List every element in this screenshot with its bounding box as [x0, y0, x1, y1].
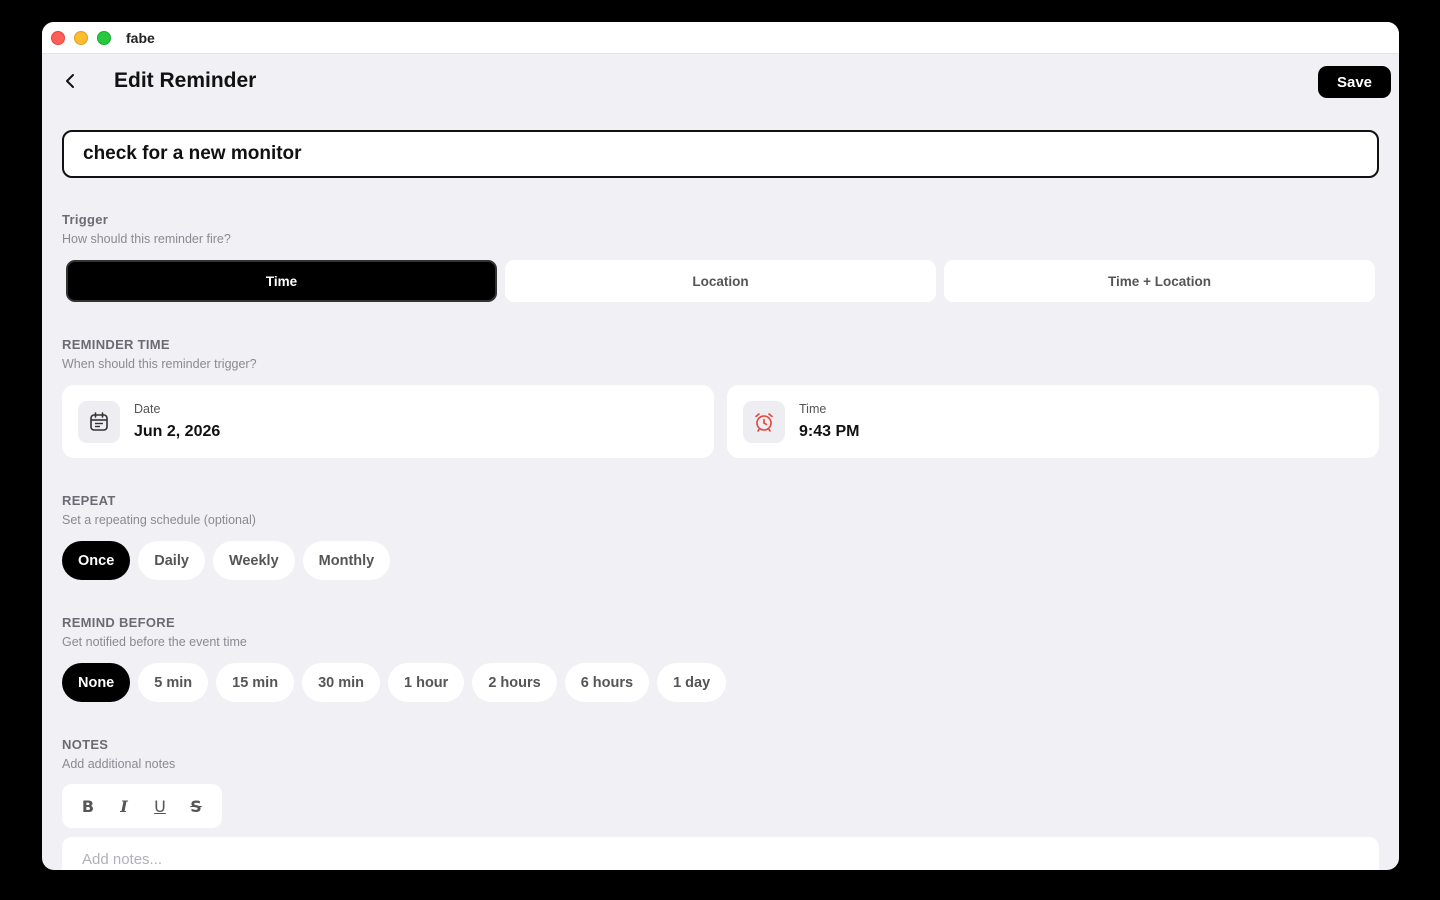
- underline-icon: U: [154, 796, 166, 816]
- trigger-option-time[interactable]: Time: [66, 260, 497, 302]
- remind-before-subtitle: Get notified before the event time: [62, 635, 247, 649]
- repeat-subtitle: Set a repeating schedule (optional): [62, 513, 256, 527]
- time-picker-card[interactable]: Time 9:43 PM: [727, 385, 1379, 458]
- date-picker-card[interactable]: Date Jun 2, 2026: [62, 385, 714, 458]
- alarm-clock-icon: [743, 401, 785, 443]
- notes-input[interactable]: [62, 837, 1379, 870]
- strikethrough-button[interactable]: S: [184, 794, 208, 818]
- trigger-option-location[interactable]: Location: [505, 260, 936, 302]
- repeat-label: REPEAT: [62, 493, 116, 508]
- reminder-title-input[interactable]: [62, 130, 1379, 178]
- remind-before-option-5-min[interactable]: 5 min: [138, 663, 209, 702]
- reminder-time-label: REMINDER TIME: [62, 337, 170, 352]
- underline-button[interactable]: U: [148, 794, 172, 818]
- notes-subtitle: Add additional notes: [62, 757, 176, 771]
- remind-before-options: None 5 min 15 min 30 min 1 hour 2 hours …: [62, 663, 727, 702]
- page-title: Edit Reminder: [114, 69, 257, 92]
- date-value: Jun 2, 2026: [134, 423, 221, 440]
- trigger-subtitle: How should this reminder fire?: [62, 232, 231, 246]
- repeat-option-daily[interactable]: Daily: [138, 541, 205, 580]
- remind-before-option-none[interactable]: None: [62, 663, 131, 702]
- bold-icon: B: [81, 796, 95, 816]
- app-title: fabe: [126, 30, 155, 46]
- remind-before-option-6-hours[interactable]: 6 hours: [564, 663, 650, 702]
- italic-button[interactable]: I: [112, 794, 136, 818]
- reminder-time-subtitle: When should this reminder trigger?: [62, 357, 257, 371]
- remind-before-option-1-day[interactable]: 1 day: [657, 663, 727, 702]
- remind-before-option-1-hour[interactable]: 1 hour: [388, 663, 465, 702]
- calendar-icon: [78, 401, 120, 443]
- back-button[interactable]: [60, 69, 80, 93]
- remind-before-option-2-hours[interactable]: 2 hours: [472, 663, 557, 702]
- app-window: fabe Edit Reminder Save Trigger How shou…: [42, 22, 1399, 870]
- notes-label: NOTES: [62, 737, 109, 752]
- date-label: Date: [134, 402, 161, 416]
- close-window-button[interactable]: [51, 31, 65, 45]
- time-label: Time: [799, 402, 827, 416]
- trigger-option-time-location[interactable]: Time + Location: [944, 260, 1375, 302]
- minimize-window-button[interactable]: [74, 31, 88, 45]
- strikethrough-icon: S: [190, 796, 202, 816]
- chevron-left-icon: [66, 74, 74, 88]
- notes-format-toolbar: B I U S: [62, 784, 222, 828]
- time-value: 9:43 PM: [799, 423, 860, 440]
- repeat-option-monthly[interactable]: Monthly: [302, 541, 391, 580]
- italic-icon: I: [120, 796, 128, 816]
- title-bar: fabe: [42, 22, 1399, 54]
- repeat-option-weekly[interactable]: Weekly: [212, 541, 295, 580]
- bold-button[interactable]: B: [76, 794, 100, 818]
- zoom-window-button[interactable]: [97, 31, 111, 45]
- trigger-label: Trigger: [62, 212, 109, 227]
- remind-before-option-30-min[interactable]: 30 min: [302, 663, 380, 702]
- remind-before-option-15-min[interactable]: 15 min: [216, 663, 295, 702]
- repeat-option-once[interactable]: Once: [62, 541, 131, 580]
- repeat-options: Once Daily Weekly Monthly: [62, 541, 391, 580]
- remind-before-label: REMIND BEFORE: [62, 615, 175, 630]
- save-button[interactable]: Save: [1318, 66, 1391, 98]
